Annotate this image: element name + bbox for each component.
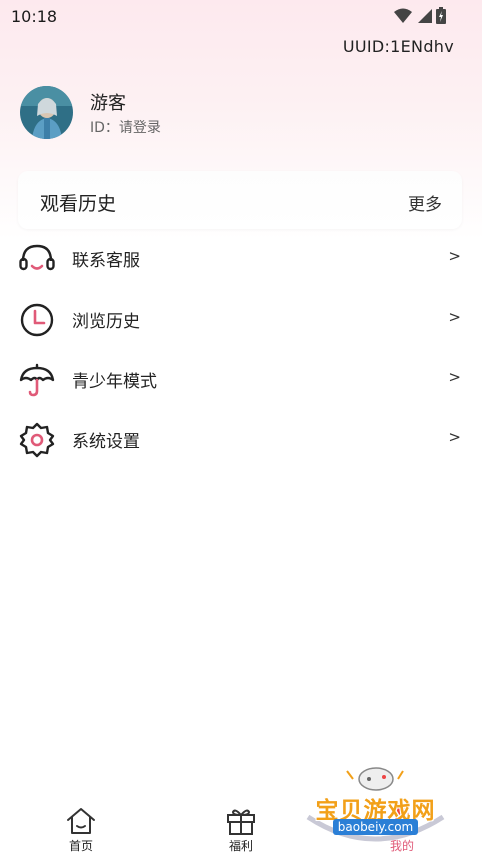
login-prompt[interactable]: 请登录 — [119, 120, 161, 136]
user-id-line[interactable]: ID：请登录 — [90, 117, 161, 137]
menu-item-teen-mode[interactable]: 青少年模式 > — [0, 350, 482, 410]
signal-icon — [418, 8, 432, 23]
wifi-icon — [394, 8, 412, 23]
umbrella-icon — [19, 363, 55, 397]
menu-item-label: 青少年模式 — [72, 372, 157, 392]
nav-item-welfare[interactable]: 福利 — [201, 797, 281, 857]
nav-label-welfare: 福利 — [228, 839, 253, 853]
status-icons — [394, 7, 446, 24]
chevron-right-icon: > — [448, 308, 461, 326]
chevron-right-icon: > — [448, 247, 461, 265]
watch-history-more-link[interactable]: 更多 — [408, 190, 442, 215]
menu-item-system-settings[interactable]: 系统设置 > — [0, 410, 482, 470]
watermark-url: baobeiy.com — [333, 819, 418, 835]
username: 游客 — [90, 93, 126, 114]
battery-icon — [436, 7, 446, 24]
watch-history-title: 观看历史 — [40, 193, 117, 215]
chevron-right-icon: > — [448, 428, 461, 446]
menu-item-customer-service[interactable]: 联系客服 > — [0, 229, 482, 289]
menu-item-label: 联系客服 — [72, 251, 140, 271]
chevron-right-icon: > — [448, 368, 461, 386]
gift-icon — [227, 809, 255, 835]
clock-icon — [20, 303, 54, 337]
nav-label-home: 首页 — [68, 839, 93, 853]
menu-item-label: 系统设置 — [72, 432, 140, 452]
nav-item-home[interactable]: 首页 — [41, 797, 121, 857]
user-id-label: ID： — [90, 120, 119, 136]
avatar-image — [20, 86, 73, 139]
gear-icon — [19, 422, 55, 458]
menu-item-browse-history[interactable]: 浏览历史 > — [0, 290, 482, 350]
uuid-label: UUID:1ENdhv — [342, 37, 454, 56]
watch-history-card: 观看历史 更多 — [18, 171, 462, 229]
watermark-logo: 宝贝游戏网 baobeiy.com — [303, 765, 448, 850]
status-time: 10:18 — [11, 7, 58, 26]
avatar[interactable] — [20, 86, 73, 139]
menu-item-label: 浏览历史 — [72, 312, 140, 332]
status-bar: 10:18 — [0, 0, 482, 32]
headset-icon — [19, 244, 55, 271]
home-icon — [67, 808, 95, 834]
